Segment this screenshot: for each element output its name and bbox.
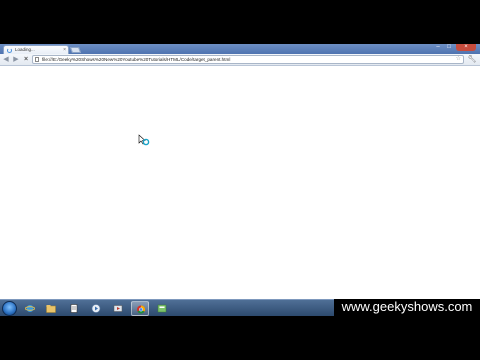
forward-arrow-icon[interactable]: ▶ — [12, 55, 20, 64]
close-window-button[interactable]: × — [456, 44, 476, 51]
browser-toolbar: ◀ ▶ × file:///E:/Geeky%20Shows%20New%20Y… — [0, 54, 480, 66]
chrome-icon — [137, 305, 146, 314]
busy-cursor-icon — [138, 134, 150, 146]
url-text[interactable]: file:///E:/Geeky%20Shows%20New%20Youtube… — [42, 56, 230, 63]
windows-taskbar — [0, 299, 334, 316]
app-icon — [157, 304, 167, 313]
notepad-icon — [70, 304, 78, 313]
address-bar[interactable]: file:///E:/Geeky%20Shows%20New%20Youtube… — [32, 55, 464, 64]
bookmark-star-icon[interactable]: ☆ — [456, 56, 461, 63]
tab-title: Loading... — [15, 47, 35, 52]
start-button[interactable] — [2, 301, 17, 316]
new-tab-button[interactable] — [69, 47, 82, 53]
taskbar-item-notepad[interactable] — [65, 301, 83, 316]
taskbar-item-chrome[interactable] — [131, 301, 149, 316]
page-icon — [35, 57, 39, 62]
explorer-folder-icon — [46, 305, 56, 313]
page-content — [0, 67, 480, 299]
minimize-button[interactable]: – — [433, 44, 443, 51]
tab-close-icon[interactable]: × — [63, 46, 66, 54]
maximize-button[interactable]: □ — [444, 44, 454, 51]
screen: Loading... × – □ × ◀ ▶ × file:///E:/Geek… — [0, 0, 480, 360]
media-player-icon — [91, 304, 101, 313]
back-arrow-icon[interactable]: ◀ — [2, 55, 10, 64]
video-icon — [113, 305, 123, 312]
watermark-text: www.geekyshows.com — [341, 299, 473, 314]
loading-spinner-icon — [7, 47, 12, 53]
taskbar-item-media-player[interactable] — [87, 301, 105, 316]
taskbar-item-app[interactable] — [153, 301, 171, 316]
browser-window: Loading... × – □ × ◀ ▶ × file:///E:/Geek… — [0, 44, 480, 299]
wrench-menu-icon[interactable]: 🔧︎ — [467, 55, 477, 64]
taskbar-item-video[interactable] — [109, 301, 127, 316]
title-bar[interactable]: Loading... × – □ × — [0, 44, 480, 54]
stop-loading-icon[interactable]: × — [22, 55, 30, 64]
ie-icon — [25, 305, 35, 312]
taskbar-item-ie[interactable] — [21, 301, 39, 316]
browser-tab[interactable]: Loading... × — [3, 45, 69, 54]
taskbar-item-explorer[interactable] — [42, 301, 60, 316]
